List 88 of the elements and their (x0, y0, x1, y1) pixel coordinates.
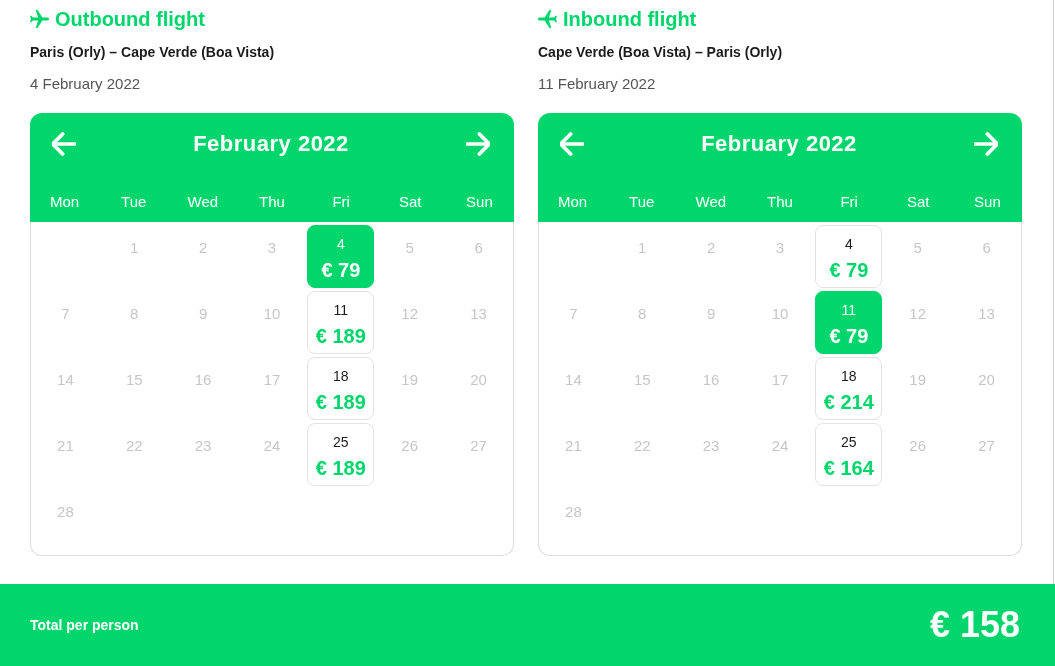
date-text: 11 February 2022 (538, 74, 656, 94)
previous-month-button[interactable] (52, 132, 76, 156)
day-price-button[interactable]: 11 € 189 (307, 291, 375, 354)
calendar-day: 19 (401, 371, 419, 389)
calendar-day: 13 (470, 305, 487, 323)
calendar-day: 20 (978, 371, 995, 389)
calendar-day: 12 (909, 305, 927, 323)
next-month-button[interactable] (466, 132, 490, 156)
weekday-label: Tue (121, 192, 147, 212)
calendar-day: 3 (775, 239, 785, 257)
calendar-day: 8 (130, 305, 139, 323)
calendar-day: 22 (633, 437, 651, 455)
weekday-label: Wed (187, 192, 219, 212)
day-price-button[interactable]: 25 € 164 (815, 423, 883, 486)
day-price-button[interactable]: 25 € 189 (307, 423, 375, 486)
calendar-day: 24 (263, 437, 281, 455)
weekday-label: Mon (49, 192, 80, 212)
calendar-day: 15 (633, 371, 651, 389)
calendar-day: 2 (706, 239, 716, 257)
weekday-label: Wed (695, 192, 727, 212)
calendar-day: 28 (565, 503, 582, 521)
weekday-label: Sat (907, 192, 930, 212)
month-title: February 2022 (701, 130, 857, 158)
calendar-day: 14 (57, 371, 74, 389)
calendar-day: 19 (909, 371, 927, 389)
weekday-label: Sun (974, 192, 1001, 212)
total-label: Total per person (30, 616, 139, 635)
calendar-day: 5 (913, 239, 922, 257)
calendar-day: 8 (638, 305, 647, 323)
right-arrow-icon (974, 132, 998, 156)
weekday-label: Thu (767, 192, 793, 212)
calendar-day: 9 (706, 305, 716, 323)
calendar-day: 24 (771, 437, 789, 455)
left-arrow-icon (560, 132, 584, 156)
day-price-button[interactable]: 4 € 79 (815, 225, 883, 288)
calendar-day: 2 (198, 239, 208, 257)
month-title: February 2022 (193, 130, 349, 158)
calendar-day: 17 (263, 371, 281, 389)
calendar-day: 28 (57, 503, 74, 521)
calendar-day: 10 (263, 305, 281, 323)
calendar-day: 10 (771, 305, 789, 323)
right-arrow-icon (466, 132, 490, 156)
calendar-day: 26 (401, 437, 419, 455)
calendar-day: 16 (194, 371, 212, 389)
day-price-button[interactable]: 18 € 189 (307, 357, 375, 420)
previous-month-button[interactable] (560, 132, 584, 156)
calendar-day: 1 (130, 239, 139, 257)
date-text: 4 February 2022 (30, 74, 141, 94)
route-text: Cape Verde (Boa Vista) – Paris (Orly) (538, 43, 783, 62)
calendar-day: 27 (470, 437, 487, 455)
calendar-day: 15 (125, 371, 143, 389)
calendar-day: 6 (982, 239, 991, 257)
airplane-icon (538, 9, 557, 29)
calendar-day: 26 (909, 437, 927, 455)
weekday-label: Sat (399, 192, 422, 212)
weekday-label: Sun (466, 192, 493, 212)
weekday-label: Mon (557, 192, 588, 212)
day-price-button[interactable]: 18 € 214 (815, 357, 883, 420)
calendar-day: 23 (194, 437, 212, 455)
weekday-label: Thu (259, 192, 285, 212)
airplane-icon (30, 9, 49, 29)
weekday-label: Fri (840, 192, 858, 212)
calendar-day: 7 (61, 305, 70, 323)
flight-title: Inbound flight (563, 7, 697, 31)
flight-title: Outbound flight (55, 7, 205, 31)
calendar-day: 20 (470, 371, 487, 389)
weekday-label: Fri (332, 192, 350, 212)
calendar-day: 27 (978, 437, 995, 455)
calendar-day: 21 (565, 437, 582, 455)
left-arrow-icon (52, 132, 76, 156)
calendar-day: 22 (125, 437, 143, 455)
weekday-label: Tue (629, 192, 655, 212)
calendar-day: 6 (474, 239, 483, 257)
calendar-day: 9 (198, 305, 208, 323)
calendar-day: 23 (702, 437, 720, 455)
calendar-day: 3 (267, 239, 277, 257)
calendar-day: 21 (57, 437, 74, 455)
calendar-day: 13 (978, 305, 995, 323)
calendar-day: 7 (569, 305, 578, 323)
calendar-day: 14 (565, 371, 582, 389)
calendar-day: 17 (771, 371, 789, 389)
calendar-day: 16 (702, 371, 720, 389)
next-month-button[interactable] (974, 132, 998, 156)
route-text: Paris (Orly) – Cape Verde (Boa Vista) (30, 43, 275, 62)
calendar-day: 5 (405, 239, 414, 257)
total-price: € 158 (929, 605, 1020, 645)
calendar-day: 1 (638, 239, 647, 257)
calendar-day: 12 (401, 305, 419, 323)
